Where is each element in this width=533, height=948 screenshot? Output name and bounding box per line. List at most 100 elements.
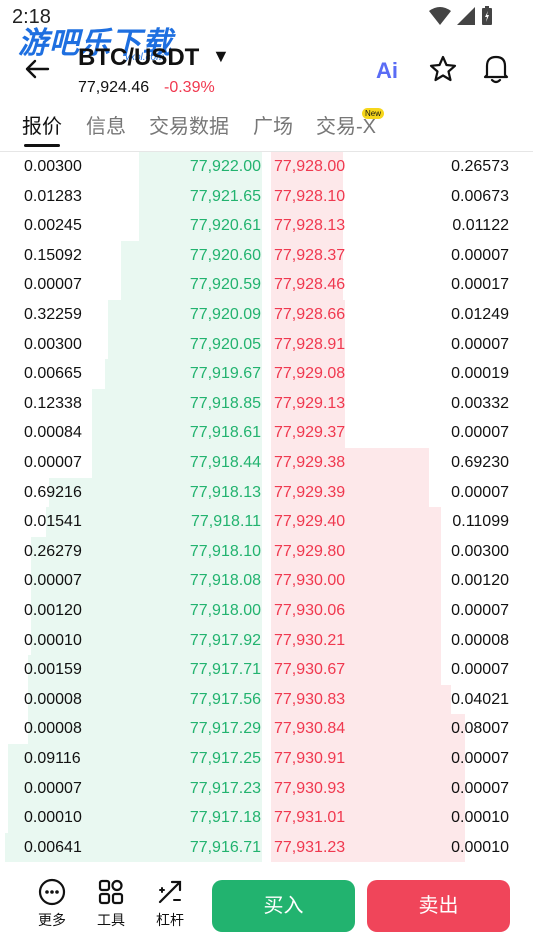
order-book-row[interactable]: 0.12338 77,918.85 77,929.13 0.00332 bbox=[0, 388, 533, 419]
order-book-row[interactable]: 0.00010 77,917.92 77,930.21 0.00008 bbox=[0, 625, 533, 656]
header: BTC/USDT ▼ 77,924.46 -0.39% Ai bbox=[0, 34, 533, 104]
ask-price: 77,928.10 bbox=[274, 187, 346, 205]
leverage-button[interactable]: 杠杆 bbox=[150, 878, 190, 930]
bid-amount: 0.00665 bbox=[24, 365, 82, 383]
ask-price: 77,929.80 bbox=[274, 542, 346, 560]
ask-price: 77,931.01 bbox=[274, 809, 346, 827]
bid-amount: 0.00010 bbox=[24, 631, 82, 649]
order-book-row[interactable]: 0.00007 77,920.59 77,928.46 0.00017 bbox=[0, 270, 533, 300]
ask-price: 77,928.66 bbox=[274, 306, 346, 323]
pair-title[interactable]: BTC/USDT bbox=[78, 44, 199, 72]
ask-amount: 0.69230 bbox=[451, 454, 509, 471]
order-book-row[interactable]: 0.01283 77,921.65 77,928.10 0.00673 bbox=[0, 181, 533, 212]
bid-price: 77,919.67 bbox=[189, 365, 261, 383]
ask-amount: 0.00007 bbox=[451, 424, 509, 442]
order-book-row[interactable]: 0.00007 77,917.23 77,930.93 0.00007 bbox=[0, 773, 533, 804]
buy-button[interactable]: 买入 bbox=[212, 880, 355, 932]
bid-amount: 0.00084 bbox=[24, 424, 82, 442]
ask-price: 77,931.23 bbox=[274, 838, 346, 856]
ask-price: 77,930.06 bbox=[274, 602, 346, 619]
bid-price: 77,918.10 bbox=[189, 542, 261, 560]
bid-price: 77,917.25 bbox=[189, 750, 261, 767]
bid-amount: 0.12338 bbox=[24, 394, 82, 412]
ask-price: 77,930.21 bbox=[274, 631, 346, 649]
ask-amount: 0.00019 bbox=[451, 365, 509, 383]
ask-price: 77,928.46 bbox=[274, 276, 346, 294]
bid-amount: 0.00010 bbox=[24, 809, 82, 827]
tab-quote[interactable]: 报价 bbox=[22, 110, 62, 139]
ask-price: 77,930.91 bbox=[274, 750, 346, 767]
ask-price: 77,930.83 bbox=[274, 690, 346, 708]
ask-price: 77,930.00 bbox=[274, 572, 346, 590]
order-book-row[interactable]: 0.00300 77,922.00 77,928.00 0.26573 bbox=[0, 152, 533, 182]
ask-amount: 0.11099 bbox=[452, 513, 509, 531]
battery-icon bbox=[482, 6, 492, 25]
order-book-row[interactable]: 0.00300 77,920.05 77,928.91 0.00007 bbox=[0, 329, 533, 360]
ask-amount: 0.00673 bbox=[451, 187, 509, 205]
star-icon[interactable] bbox=[428, 54, 458, 84]
order-book-row[interactable]: 0.15092 77,920.60 77,928.37 0.00007 bbox=[0, 240, 533, 271]
ask-price: 77,929.39 bbox=[274, 483, 346, 501]
order-book-row[interactable]: 0.00007 77,918.44 77,929.38 0.69230 bbox=[0, 448, 533, 478]
ask-amount: 0.01249 bbox=[451, 306, 509, 323]
order-book-row[interactable]: 0.01541 77,918.11 77,929.40 0.11099 bbox=[0, 507, 533, 537]
bid-price: 77,917.71 bbox=[189, 661, 261, 679]
order-book-row[interactable]: 0.00120 77,918.00 77,930.06 0.00007 bbox=[0, 596, 533, 626]
bid-price: 77,920.05 bbox=[189, 335, 261, 353]
leverage-icon bbox=[158, 880, 182, 904]
bid-price: 77,922.00 bbox=[189, 158, 261, 175]
grid-icon bbox=[98, 879, 124, 905]
order-book-row[interactable]: 0.00641 77,916.71 77,931.23 0.00010 bbox=[0, 832, 533, 863]
tab-bar: 报价 信息 交易数据 广场 交易-X New bbox=[0, 104, 533, 152]
ask-amount: 0.00007 bbox=[451, 750, 509, 767]
order-book-row[interactable]: 0.00159 77,917.71 77,930.67 0.00007 bbox=[0, 655, 533, 685]
sell-button[interactable]: 卖出 bbox=[367, 880, 510, 932]
ask-amount: 0.00120 bbox=[451, 572, 509, 590]
order-book-row[interactable]: 0.00084 77,918.61 77,929.37 0.00007 bbox=[0, 418, 533, 448]
bid-amount: 0.32259 bbox=[24, 306, 82, 323]
ask-amount: 0.00010 bbox=[451, 838, 509, 856]
tools-button[interactable]: 工具 bbox=[91, 878, 131, 930]
bell-icon[interactable] bbox=[481, 52, 511, 84]
bid-price: 77,918.00 bbox=[189, 602, 261, 619]
order-book-row[interactable]: 0.00008 77,917.29 77,930.84 0.08007 bbox=[0, 714, 533, 744]
bid-amount: 0.00120 bbox=[24, 602, 82, 619]
ask-amount: 0.01122 bbox=[452, 217, 509, 235]
order-book-row[interactable]: 0.32259 77,920.09 77,928.66 0.01249 bbox=[0, 300, 533, 330]
bid-amount: 0.69216 bbox=[24, 483, 82, 501]
status-icons bbox=[429, 6, 493, 26]
order-book-row[interactable]: 0.26279 77,918.10 77,929.80 0.00300 bbox=[0, 536, 533, 567]
back-arrow-icon[interactable] bbox=[22, 54, 52, 84]
ask-price: 77,929.37 bbox=[274, 424, 346, 442]
tab-square[interactable]: 广场 bbox=[253, 110, 293, 139]
bid-price: 77,918.11 bbox=[191, 513, 261, 531]
bid-amount: 0.00641 bbox=[24, 838, 82, 856]
ai-assistant-button[interactable]: Ai bbox=[376, 58, 398, 84]
order-book-row[interactable]: 0.00007 77,918.08 77,930.00 0.00120 bbox=[0, 566, 533, 596]
bid-amount: 0.26279 bbox=[24, 542, 82, 560]
order-book-row[interactable]: 0.00008 77,917.56 77,930.83 0.04021 bbox=[0, 684, 533, 715]
bid-price: 77,917.18 bbox=[189, 809, 261, 827]
order-book-row[interactable]: 0.00010 77,917.18 77,931.01 0.00010 bbox=[0, 803, 533, 833]
ask-amount: 0.00007 bbox=[451, 779, 509, 797]
order-book-row[interactable]: 0.09116 77,917.25 77,930.91 0.00007 bbox=[0, 744, 533, 774]
tools-label: 工具 bbox=[97, 912, 125, 928]
tab-trade-data[interactable]: 交易数据 bbox=[149, 110, 229, 139]
bid-price: 77,918.13 bbox=[189, 483, 261, 501]
ask-price: 77,928.00 bbox=[274, 158, 346, 175]
bid-amount: 0.00159 bbox=[24, 661, 82, 679]
bid-amount: 0.00008 bbox=[24, 720, 82, 738]
tab-info[interactable]: 信息 bbox=[86, 110, 126, 139]
new-badge: New bbox=[362, 108, 385, 119]
order-book-row[interactable]: 0.00665 77,919.67 77,929.08 0.00019 bbox=[0, 359, 533, 389]
chevron-down-icon[interactable]: ▼ bbox=[212, 46, 230, 67]
bid-amount: 0.00245 bbox=[24, 217, 82, 235]
more-button[interactable]: 更多 bbox=[32, 878, 72, 930]
bid-price: 77,917.92 bbox=[189, 631, 261, 649]
order-book-row[interactable]: 0.00245 77,920.61 77,928.13 0.01122 bbox=[0, 211, 533, 241]
ask-price: 77,929.40 bbox=[274, 513, 346, 531]
bid-price: 77,917.23 bbox=[189, 779, 261, 797]
order-book-row[interactable]: 0.69216 77,918.13 77,929.39 0.00007 bbox=[0, 477, 533, 508]
bid-price: 77,920.61 bbox=[189, 217, 261, 235]
bid-amount: 0.01283 bbox=[24, 187, 82, 205]
